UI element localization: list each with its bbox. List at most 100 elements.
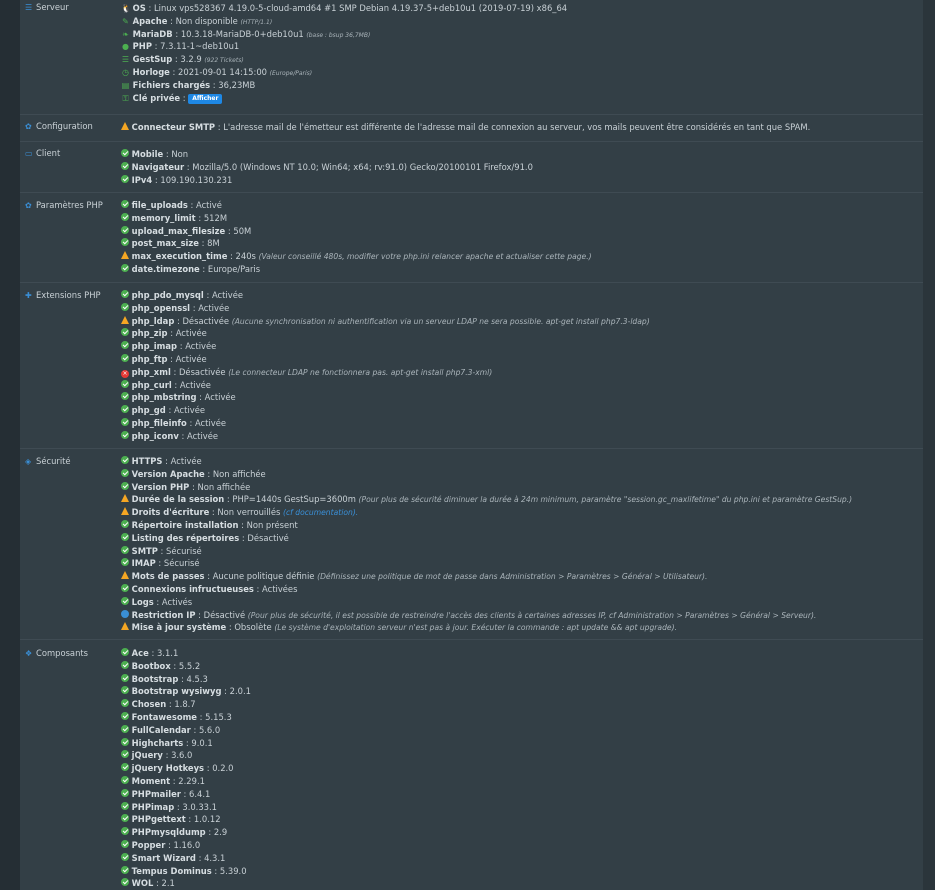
securite-sep: : [153,596,162,607]
composants-row: Moment : 2.29.1 [121,775,251,788]
securite-value: Activée [170,456,202,466]
ok-status-icon [121,532,129,541]
extensions-row: php_pdo_mysql : Activée [121,289,650,302]
extensions-row: php_ldap : Désactivée (Aucune synchronis… [121,315,650,328]
ok-status-icon [121,814,129,823]
composants-rows: Ace : 3.1.1 Bootbox : 5.5.2 Bootstrap : … [121,647,251,890]
extensions-value: Activée [204,392,236,403]
securite-row: Répertoire installation : Non présent [121,519,852,532]
ok-status-icon [121,878,129,887]
php_params-value: 8M [207,238,220,249]
serveur-key: GestSup [132,54,173,65]
securite-row: IMAP : Sécurisé [121,557,852,570]
extensions-row: php_fileinfo : Activée [121,417,650,430]
extensions-row: php_mbstring : Activée [121,391,650,404]
serveur-row: 🐧 OS : Linux vps528367 4.19.0-5-cloud-am… [121,2,567,15]
serveur-row: ☰ GestSup : 3.2.9 (922 Tickets) [121,53,567,66]
composants-sep: : [190,724,199,735]
ok-status-icon [121,865,129,874]
securite-row: Version Apache : Non affichée [121,468,852,481]
php_params-row: date.timezone : Europe/Paris [121,263,592,276]
securite-row: SMTP : Sécurisé [121,545,852,558]
extensions-key: php_xml [131,366,171,377]
configuration-row: Connecteur SMTP : L'adresse mail de l'ém… [121,121,810,134]
securite-sep: : [195,609,204,620]
extensions-row: php_imap : Activée [121,340,650,353]
extensions-row: php_openssl : Activée [121,302,650,315]
ok-status-icon [121,788,129,797]
cog-icon: ✿ [25,201,32,210]
composants-sep: : [221,686,230,697]
serveur-sep: : [169,66,179,77]
composants-key: jQuery Hotkeys [131,763,205,774]
securite-sep: : [162,456,171,466]
securite-key: Répertoire installation [131,519,239,530]
client-row: IPv4 : 109.190.130.231 [121,174,533,187]
composants-key: PHPmysqldump [131,827,206,838]
section-title-client: ▭ Client [25,148,61,158]
extensions-value: Désactivée [178,366,229,377]
extensions-note: (Le connecteur LDAP ne fonctionnera pas.… [228,367,493,377]
section-securite: ◈ Sécurité HTTPS : Activée Version Apache… [20,448,923,640]
php_params-row: upload_max_filesize : 50M [121,225,592,238]
extensions-key: php_curl [131,379,172,390]
extensions-value: Activée [211,290,243,300]
composants-sep: : [211,865,220,876]
serveur-value: 2021-09-01 14:15:00 [178,66,270,77]
composants-value: 2.1 [161,878,175,889]
securite-row: HTTPS : Activée [121,455,852,468]
client-value: 109.190.130.231 [160,174,233,185]
composants-key: Bootstrap wysiwyg [131,686,222,697]
ok-status-icon [121,686,129,695]
extensions-value: Activée [198,302,230,313]
php_params-key: file_uploads [131,200,188,210]
securite-value: Désactivé [247,532,289,543]
documentation-link[interactable]: (cf documentation). [283,508,358,517]
securite-value: Non verrouillés [217,507,284,518]
server-icon: ☰ [25,3,33,12]
extensions-row: php_iconv : Activée [121,430,650,443]
ok-status-icon [121,392,129,401]
key-icon: ⚿ [122,93,129,103]
feather-icon: ✎ [122,16,129,26]
serveur-key: Clé privée [132,92,181,103]
serveur-key: Apache [132,15,168,26]
composants-sep: : [153,878,162,889]
securite-key: Mots de passes [131,571,205,582]
client-rows: Mobile : Non Navigateur : Mozilla/5.0 (W… [121,148,533,186]
securite-sep: : [238,519,247,530]
composants-value: 1.8.7 [174,699,196,710]
extensions-key: php_fileinfo [131,417,187,428]
composants-row: Chosen : 1.8.7 [121,698,251,711]
serveur-value: 36,23MB [218,79,256,90]
section-php-params: ✿ Paramètres PHP file_uploads : Activé me… [20,192,923,283]
configuration-value: L'adresse mail de l'émetteur est différe… [223,122,811,132]
extensions-value: Activée [185,341,217,352]
ok-status-icon [121,558,129,567]
php_params-value: 512M [203,212,228,223]
securite-value: Activés [161,596,193,607]
ok-status-icon [121,596,129,605]
extensions-sep: : [165,405,174,416]
ok-status-icon [121,405,129,414]
extensions-sep: : [203,290,212,300]
securite-value: Aucune politique définie [212,571,318,582]
extensions-key: php_pdo_mysql [131,290,204,300]
serveur-value: 3.2.9 [180,54,205,65]
securite-key: Droits d'écriture [131,507,210,518]
extensions-key: php_iconv [131,430,179,441]
securite-row: Droits d'écriture : Non verrouillés (cf … [121,506,852,519]
composants-value: 2.0.1 [229,686,251,697]
show-private-key-button[interactable]: Afficher [188,93,223,104]
php_params-key: memory_limit [131,212,196,223]
composants-key: Bootbox [131,660,171,671]
ok-status-icon [121,341,129,350]
extensions-key: php_mbstring [131,392,197,403]
ok-status-icon [121,456,129,464]
composants-key: Popper [131,839,166,850]
php_params-row: post_max_size : 8M [121,237,592,250]
extensions-key: php_imap [131,341,178,352]
composants-key: Smart Wizard [131,852,196,863]
warning-icon [121,622,129,631]
serveur-note: (Europe/Paris) [269,69,313,77]
